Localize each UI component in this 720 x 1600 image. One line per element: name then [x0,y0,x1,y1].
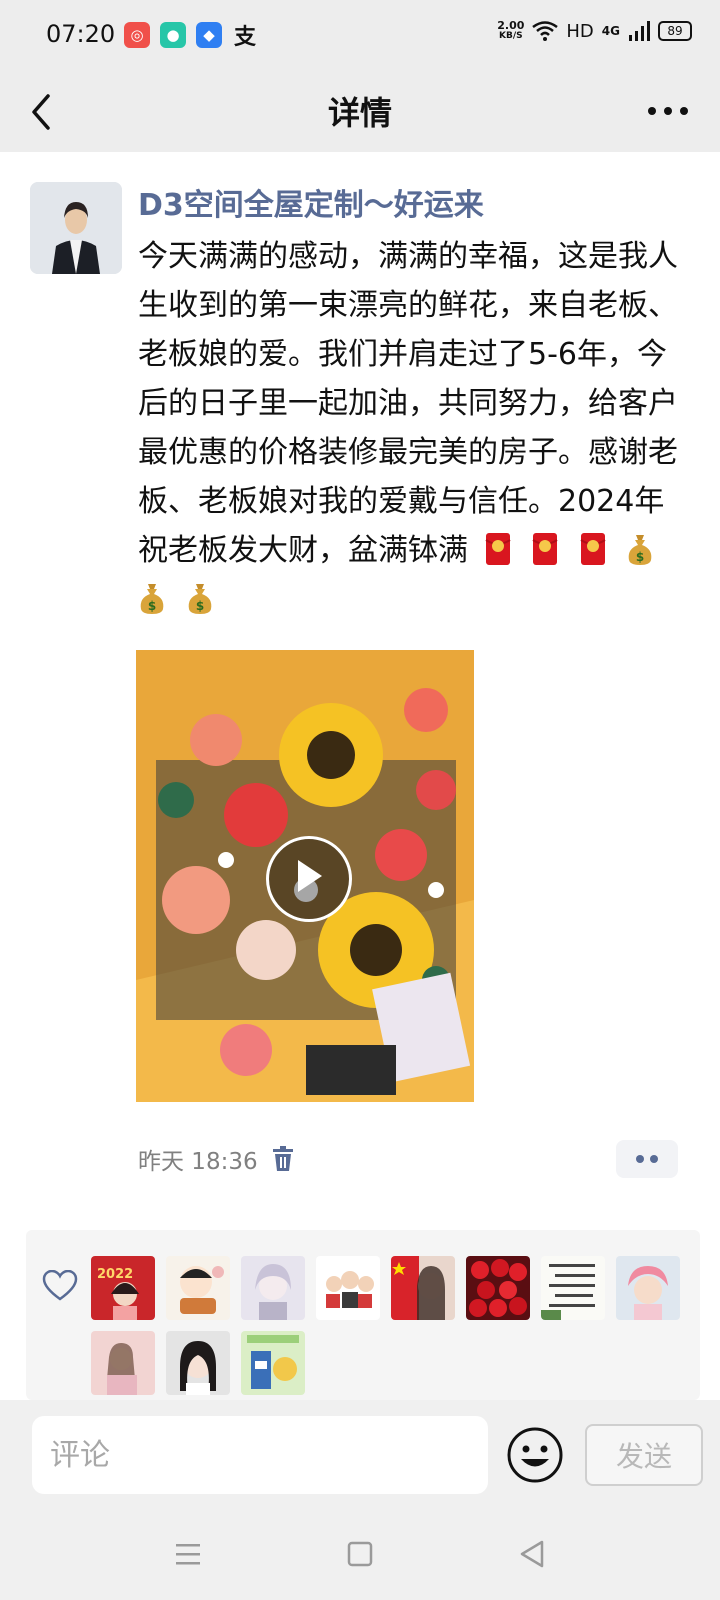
delete-icon[interactable] [272,1146,294,1172]
send-button[interactable]: 发送 [585,1424,703,1486]
home-icon[interactable] [340,1534,380,1574]
liker-avatar[interactable] [391,1256,455,1320]
post-body: 今天满满的感动，满满的幸福，这是我人生收到的第一束漂亮的鲜花，来自老板、老板娘的… [138,232,688,624]
post-video[interactable] [136,650,474,1102]
liker-avatar[interactable] [166,1331,230,1395]
money-bag-emoji-icon: $ [140,584,164,614]
status-time: 07:20 [46,20,116,48]
alipay-icon: 支 [233,25,256,50]
menu-icon[interactable] [168,1534,208,1574]
likes-panel: 2022 [26,1230,700,1400]
page-title: 详情 [327,94,392,132]
battery-icon: 89 [658,21,692,41]
nav-bar: 详情 [0,72,720,152]
status-app-icons: ◎ ● ◆ 支 [124,22,258,50]
system-nav-bar [0,1504,720,1600]
svg-text:$: $ [148,599,156,613]
back-nav-icon[interactable] [512,1534,552,1574]
heart-icon [42,1270,78,1301]
post-detail: D3空间全屋定制〜好运来 今天满满的感动，满满的幸福，这是我人生收到的第一束漂亮… [0,152,720,1400]
browser-app-icon: ◆ [196,22,222,48]
liker-avatar[interactable] [616,1256,680,1320]
author-avatar[interactable] [30,182,122,274]
svg-text:2022: 2022 [97,1267,133,1282]
video-app-icon: ◎ [124,22,150,48]
money-bag-emoji-icon: $ [188,584,211,614]
hongbao-emoji-icon [484,533,511,565]
post-meta: 昨天 18:36 [138,1142,294,1176]
net-speed: 2.00 KB/S [497,19,525,41]
more-options-icon[interactable] [646,96,690,126]
post-actions-button[interactable] [616,1140,678,1178]
music-app-icon: ● [160,22,186,48]
post-text: 今天满满的感动，满满的幸福，这是我人生收到的第一束漂亮的鲜花，来自老板、老板娘的… [138,239,678,568]
comment-input[interactable] [32,1416,488,1494]
liker-avatar[interactable] [241,1256,305,1320]
status-bar: 07:20 ◎ ● ◆ 支 2.00 KB/S HD 4G 89 [0,0,720,72]
author-name[interactable]: D3空间全屋定制〜好运来 [138,180,484,224]
liker-avatar[interactable] [316,1256,380,1320]
signal-type: 4G [601,24,620,38]
status-indicators: 2.00 KB/S HD 4G 89 [497,20,692,42]
play-icon[interactable] [266,836,352,922]
comment-bar: 发送 [0,1400,720,1504]
dots-icon [636,1155,658,1163]
svg-text:$: $ [195,599,203,613]
liker-avatar[interactable] [541,1256,605,1320]
hongbao-emoji-icon [532,533,558,565]
liker-avatar[interactable] [166,1256,230,1320]
liker-avatar[interactable]: 2022 [91,1256,155,1320]
emoji-icon[interactable] [506,1426,564,1484]
post-timestamp: 昨天 18:36 [138,1149,258,1175]
hongbao-emoji-icon [580,533,606,565]
signal-icon [629,21,650,41]
liker-avatar[interactable] [466,1256,530,1320]
svg-text:$: $ [636,550,644,564]
liker-avatar[interactable] [241,1331,305,1395]
money-bag-emoji-icon: $ [628,535,652,565]
wifi-icon [532,21,559,41]
liker-avatar[interactable] [91,1331,155,1395]
network-type: HD [566,20,594,42]
